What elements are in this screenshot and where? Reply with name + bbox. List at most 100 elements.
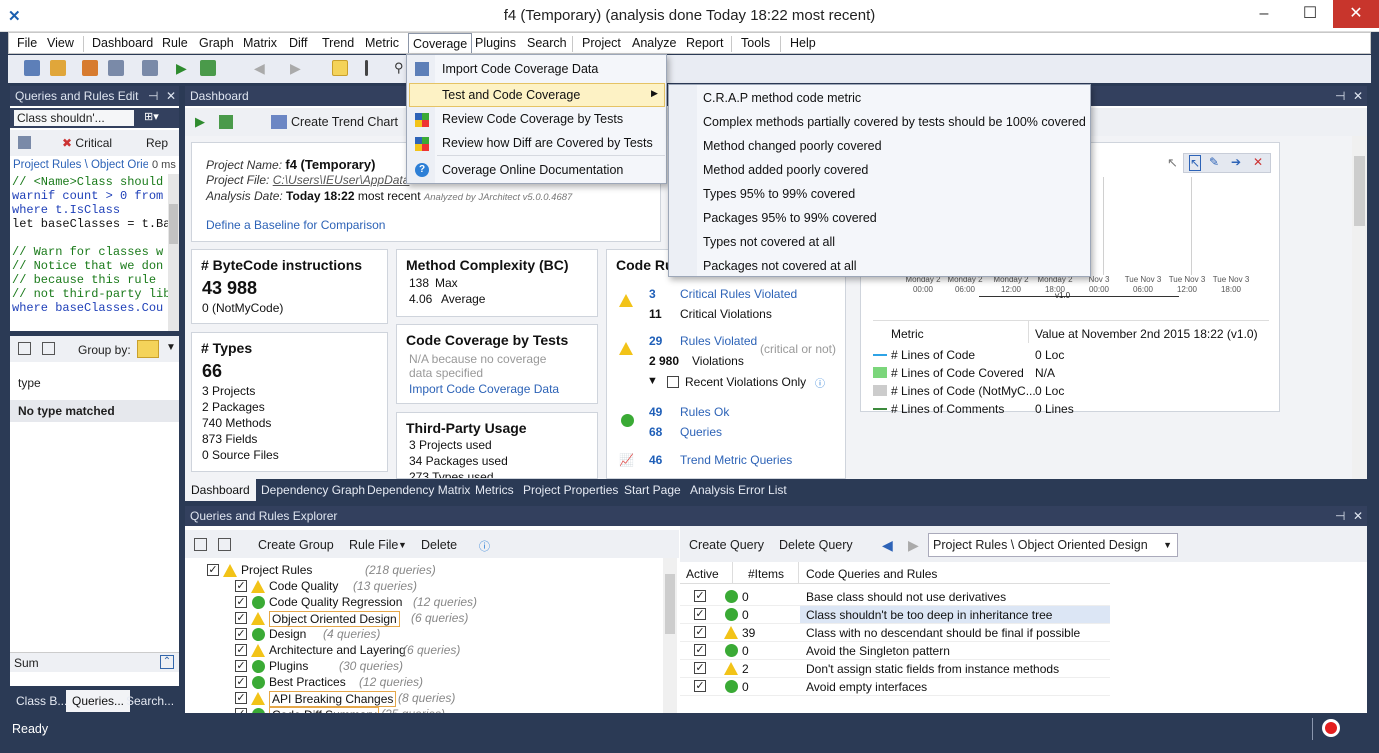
queries-value[interactable]: 68: [649, 425, 662, 439]
tree-item-label[interactable]: Project Rules: [241, 563, 312, 577]
active-checkbox[interactable]: ✓: [694, 590, 706, 602]
rules-ok-link[interactable]: Rules Ok: [680, 405, 729, 419]
menu-graph[interactable]: Graph: [199, 36, 234, 50]
query-name[interactable]: Avoid empty interfaces: [806, 680, 927, 694]
query-name[interactable]: Don't assign static fields from instance…: [806, 662, 1059, 676]
panel-close-icon[interactable]: ✕: [166, 86, 176, 106]
submenu-item[interactable]: Types not covered at all: [703, 235, 835, 249]
tree-checkbox[interactable]: ✓: [207, 564, 219, 576]
third-party-card[interactable]: Third-Party Usage 3 Projects used 34 Pac…: [396, 412, 598, 479]
maximize-icon[interactable]: ☐: [1287, 0, 1333, 28]
pin-icon[interactable]: ⊣: [1335, 506, 1345, 526]
delete-icon[interactable]: ✕: [1253, 155, 1263, 169]
main-tab[interactable]: Start Page: [618, 479, 687, 501]
tree-item-label[interactable]: Plugins: [269, 659, 308, 673]
col-items[interactable]: #Items: [748, 567, 784, 581]
back-icon[interactable]: ◀: [882, 537, 893, 554]
coverage-card[interactable]: Code Coverage by Tests N/A because no co…: [396, 324, 598, 404]
tree-checkbox[interactable]: ✓: [235, 708, 247, 713]
active-checkbox[interactable]: ✓: [694, 662, 706, 674]
list-view-icon[interactable]: [365, 60, 368, 76]
critical-toggle[interactable]: ✖ Critical: [62, 136, 112, 150]
tree-checkbox[interactable]: ✓: [235, 580, 247, 592]
query-name[interactable]: Class shouldn't be too deep in inheritan…: [806, 608, 1052, 622]
save-icon[interactable]: [18, 136, 31, 149]
submenu-item[interactable]: Packages not covered at all: [703, 259, 857, 273]
tree-checkbox[interactable]: ✓: [235, 676, 247, 688]
tab-search[interactable]: Search...: [120, 690, 180, 712]
menu-review-coverage[interactable]: Review Code Coverage by Tests: [442, 112, 623, 126]
rule-file-button[interactable]: Rule File: [349, 538, 398, 552]
query-name[interactable]: Avoid the Singleton pattern: [806, 644, 950, 658]
forward-icon[interactable]: ▶: [290, 60, 306, 76]
rule-select[interactable]: Class shouldn'...: [14, 110, 134, 126]
col-name[interactable]: Code Queries and Rules: [806, 567, 937, 581]
chevron-down-icon[interactable]: ▼: [166, 342, 176, 353]
main-tab[interactable]: Dashboard: [185, 479, 256, 501]
main-tab[interactable]: Metrics: [469, 479, 520, 501]
tree-item-label[interactable]: Object Oriented Design: [269, 611, 400, 627]
complexity-card[interactable]: Method Complexity (BC) 138 Max 4.06 Aver…: [396, 249, 598, 317]
active-checkbox[interactable]: ✓: [694, 608, 706, 620]
panel-close-icon[interactable]: ✕: [1353, 86, 1363, 106]
refresh-icon[interactable]: [219, 115, 233, 129]
rules-violated-link[interactable]: Rules Violated: [680, 334, 757, 348]
pin-icon[interactable]: ⊣: [148, 86, 158, 106]
menu-test-coverage[interactable]: Test and Code Coverage: [442, 88, 580, 102]
delete-query-button[interactable]: Delete Query: [779, 538, 853, 552]
recent-violations-checkbox[interactable]: [667, 376, 679, 388]
tree-checkbox[interactable]: ✓: [235, 596, 247, 608]
active-checkbox[interactable]: ✓: [694, 626, 706, 638]
tree-item-label[interactable]: Code Diff Summary: [269, 707, 380, 713]
menu-trend[interactable]: Trend: [322, 36, 354, 50]
tree-item-label[interactable]: Architecture and Layering: [269, 643, 406, 657]
minimize-icon[interactable]: –: [1241, 0, 1287, 28]
main-tab[interactable]: Analysis Error List: [684, 479, 793, 501]
tree-view-icon[interactable]: [332, 60, 348, 76]
menu-plugins[interactable]: Plugins: [475, 36, 516, 50]
forward-icon[interactable]: ▶: [908, 537, 919, 554]
tree-item-label[interactable]: Code Quality Regression: [269, 595, 402, 609]
bytecode-card[interactable]: # ByteCode instructions 43 988 0 (NotMyC…: [191, 249, 388, 324]
menu-project[interactable]: Project: [582, 36, 621, 50]
trend-metric-link[interactable]: Trend Metric Queries: [680, 453, 792, 467]
col-active[interactable]: Active: [686, 567, 719, 581]
open-project-icon[interactable]: [50, 60, 66, 76]
close-icon[interactable]: ✕: [1333, 0, 1379, 28]
expand-all-icon[interactable]: [18, 342, 31, 355]
run-icon[interactable]: ▶: [195, 114, 205, 130]
menu-import-coverage[interactable]: Import Code Coverage Data: [442, 62, 598, 76]
menu-rule[interactable]: Rule: [162, 36, 188, 50]
search-icon[interactable]: [142, 60, 158, 76]
pin-icon[interactable]: ⊣: [1335, 86, 1345, 106]
record-icon[interactable]: [1322, 719, 1340, 737]
trend-metric-value[interactable]: 46: [649, 453, 662, 467]
menu-metric[interactable]: Metric: [365, 36, 399, 50]
submenu-item[interactable]: Packages 95% to 99% covered: [703, 211, 877, 225]
new-project-icon[interactable]: [24, 60, 40, 76]
submenu-item[interactable]: Method added poorly covered: [703, 163, 868, 177]
submenu-item[interactable]: Complex methods partially covered by tes…: [703, 115, 1086, 129]
tree-item-label[interactable]: Code Quality: [269, 579, 338, 593]
tree-item-label[interactable]: API Breaking Changes: [269, 691, 397, 707]
delete-group-button[interactable]: Delete: [421, 538, 457, 552]
menu-diff[interactable]: Diff: [289, 36, 308, 50]
select-icon[interactable]: ↖: [1189, 155, 1202, 171]
main-tab[interactable]: Dependency Matrix: [361, 479, 476, 501]
menu-help[interactable]: Help: [790, 36, 816, 50]
create-query-button[interactable]: Create Query: [689, 538, 764, 552]
tree-checkbox[interactable]: ✓: [235, 660, 247, 672]
analyze-icon[interactable]: [82, 60, 98, 76]
pointer-icon[interactable]: ↖: [1167, 155, 1178, 171]
edit-icon[interactable]: ✎: [1209, 155, 1219, 169]
menu-coverage-docs[interactable]: Coverage Online Documentation: [442, 163, 623, 177]
copy-icon[interactable]: [108, 60, 124, 76]
menu-tools[interactable]: Tools: [741, 36, 770, 50]
main-tab[interactable]: Dependency Graph: [255, 479, 371, 501]
submenu-item[interactable]: Method changed poorly covered: [703, 139, 882, 153]
run-icon[interactable]: ▶: [176, 60, 192, 76]
types-card[interactable]: # Types 66 3 Projects 2 Packages 740 Met…: [191, 332, 388, 472]
menu-view[interactable]: View: [47, 36, 74, 50]
submenu-item[interactable]: Types 95% to 99% covered: [703, 187, 855, 201]
query-name[interactable]: Base class should not use derivatives: [806, 590, 1006, 604]
